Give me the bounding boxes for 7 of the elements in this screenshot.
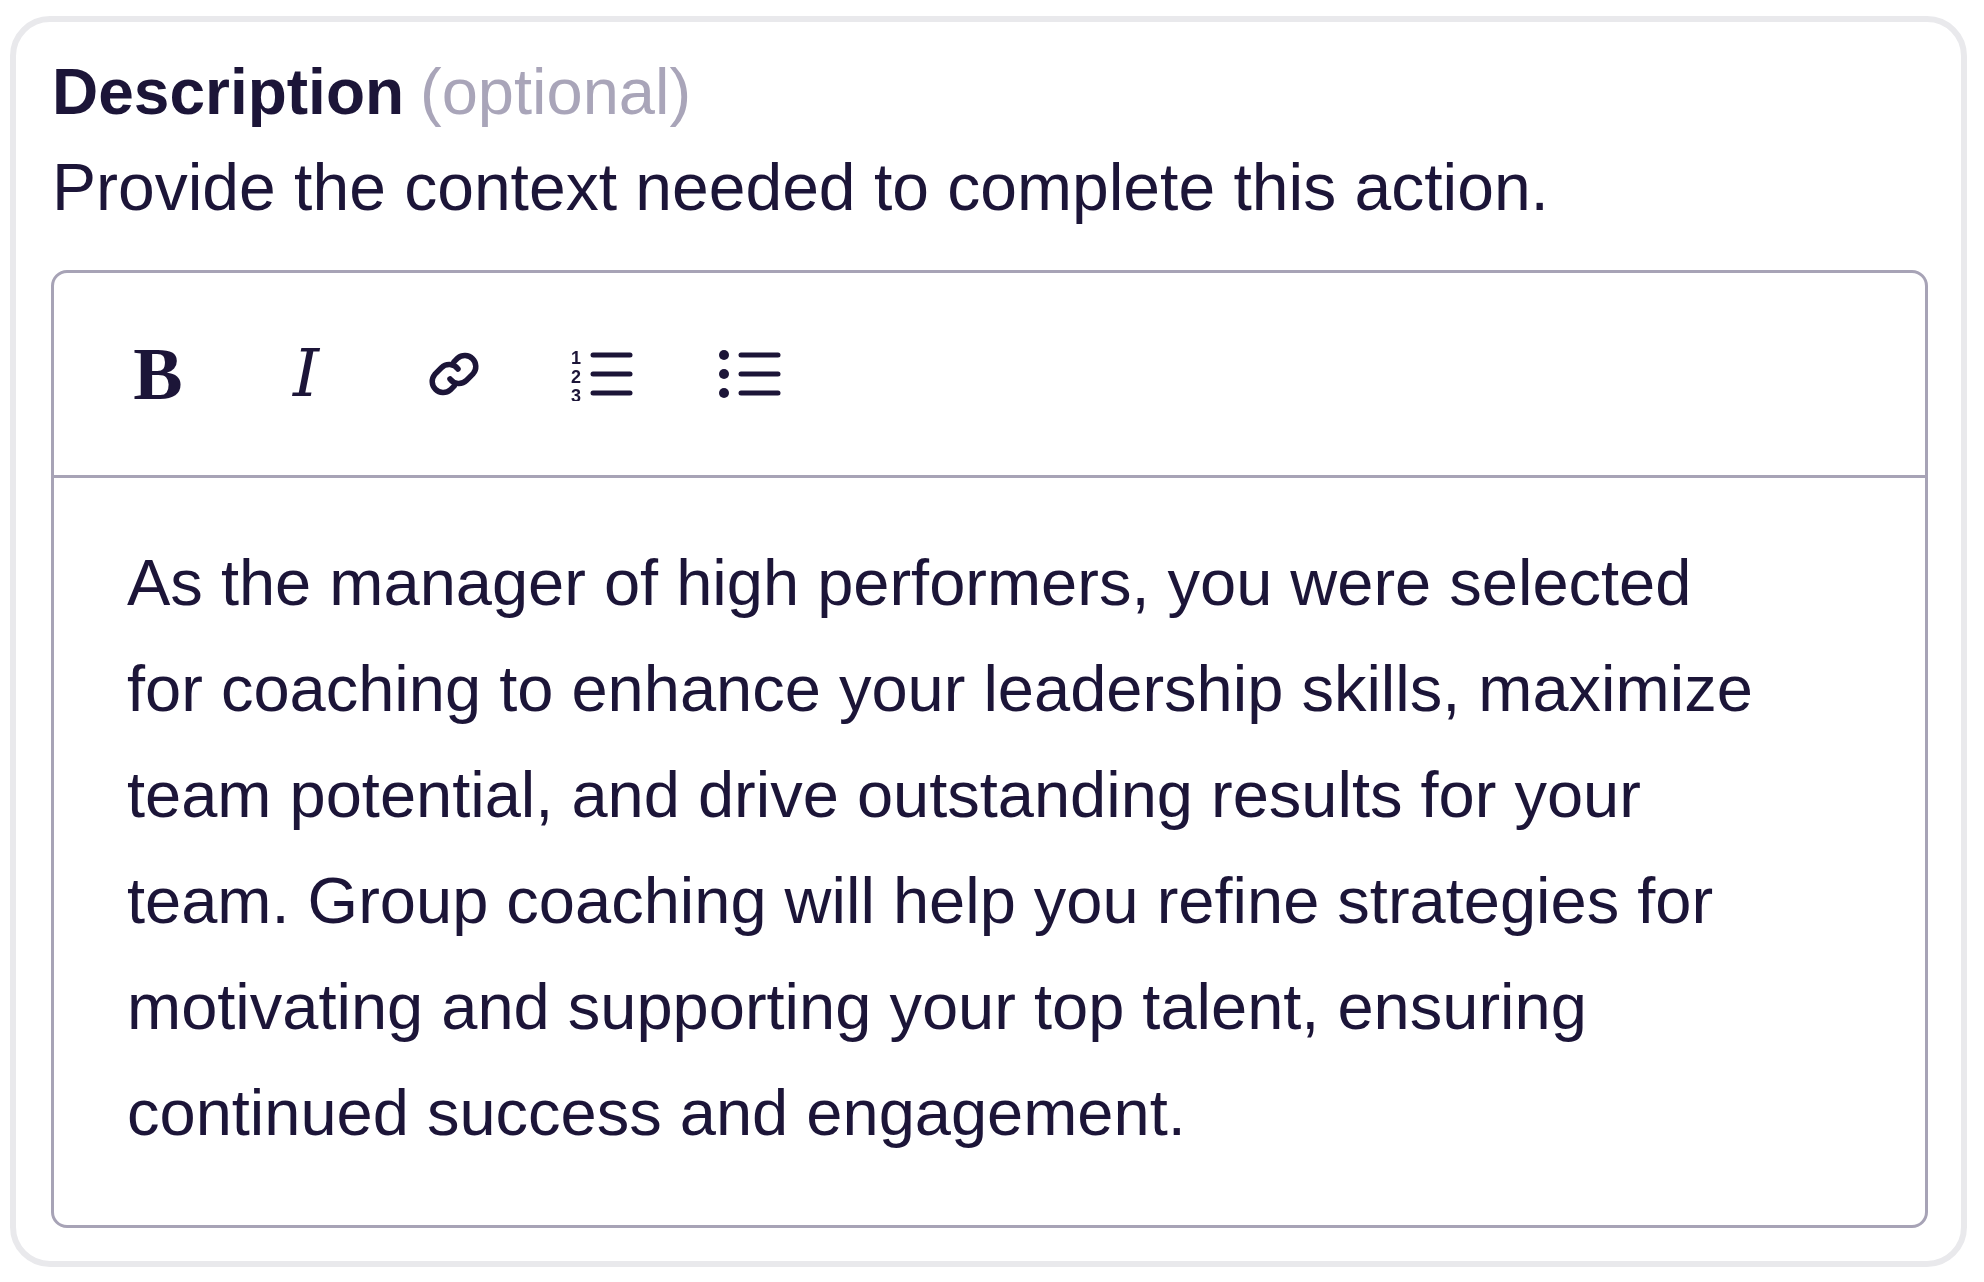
bullet-list-icon — [719, 350, 781, 398]
help-text: Provide the context needed to complete this action. — [52, 150, 1549, 224]
italic-button[interactable]: I — [264, 332, 348, 416]
optional-note: (optional) — [420, 55, 692, 129]
field-label: Description — [52, 55, 405, 129]
description-text-field[interactable]: As the manager of high performers, you were selected for coaching to enhance your leadership skills, maximize team potential, and drive outstanding results for your team. Group coaching will help you refine strategies for motivating and supporting your top talent, ensuring continued success and engagement. — [54, 478, 1925, 1225]
bold-button[interactable]: B — [116, 332, 200, 416]
